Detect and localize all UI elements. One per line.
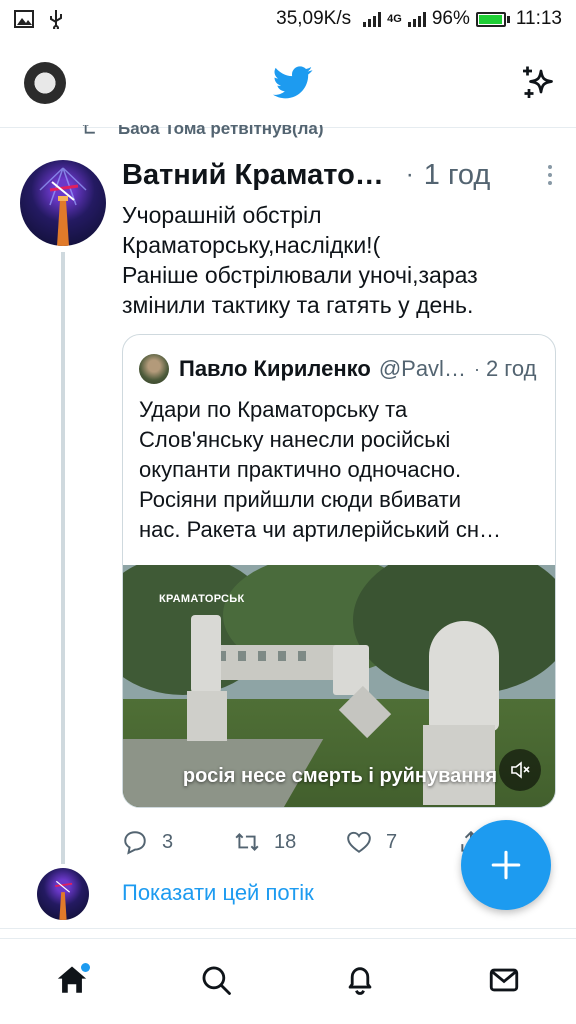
nav-home[interactable] [42,950,102,1010]
reply-button[interactable]: 3 [122,829,234,855]
wifi-signal-icon [363,11,382,27]
top-app-bar [0,38,576,128]
bell-icon [348,966,372,995]
tweet-text-line: Краматорську,наслідки!( [122,232,381,258]
more-options-icon[interactable] [548,165,554,185]
status-bar: 35,09K/s 4G 96% 11:13 [0,0,576,38]
show-thread-link[interactable]: Показати цей потік [122,880,314,906]
quote-video[interactable]: КРАМАТОРСЬК росія несе смерть і руйнуван… [123,565,555,807]
quote-time: 2 год [485,356,537,381]
tweet-time[interactable]: 1 год [424,159,491,192]
retweet-icon [235,833,259,851]
feed-divider [0,928,576,936]
separator-dot: · [473,358,480,379]
tweet-text-line: Учорашній обстріл [122,202,322,228]
quote-header: Павло Кириленко @Pavl… · 2 год [139,353,549,385]
tower-image-small [55,880,73,920]
tweet-text-line: змінили тактику та гатять у день. [122,292,474,318]
speaker-muted-icon [511,761,530,779]
thread-avatar[interactable] [37,868,89,920]
mail-icon [489,968,519,991]
tweet-header: Ватний Крамато… · 1 год [122,155,562,195]
video-watermark: КРАМАТОРСЬК [159,593,245,605]
retweet-count: 18 [274,830,297,853]
nav-notifications[interactable] [330,950,390,1010]
quote-text: Удари по Краматорську та Слов'янську нан… [139,395,549,545]
compose-tweet-button[interactable] [461,820,551,910]
heart-icon [347,831,371,853]
new-content-dot [81,962,90,972]
nav-messages[interactable] [474,950,534,1010]
statue-left-base [187,691,227,741]
quote-text-line: Росіяни прийшли сюди вбивати [139,487,462,512]
mute-button[interactable] [499,749,541,791]
reply-count: 3 [162,830,174,853]
battery-percent: 96% [431,8,470,29]
retweet-button[interactable]: 18 [234,829,346,855]
like-count: 7 [386,830,398,853]
twitter-bird-icon [273,65,313,98]
cell-signal-icon [407,11,426,27]
quote-author-avatar [139,354,169,384]
plus-icon [491,850,521,880]
tweet-text-line: Раніше обстрілювали уночі,зараз [122,262,478,288]
author-avatar[interactable] [20,160,106,246]
status-left [14,9,64,29]
quote-text-line: нас. Ракета чи артилерійський сн… [139,517,501,542]
like-button[interactable]: 7 [346,829,458,855]
tower-image [39,167,87,246]
statue-right [429,621,499,731]
network-speed: 35,09K/s [276,8,352,29]
statue-left [191,615,221,693]
clock: 11:13 [515,8,562,29]
search-icon [202,966,231,995]
battery-icon [475,11,510,27]
quote-text-line: Слов'янську нанесли російські [139,427,451,452]
status-right: 35,09K/s 4G 96% 11:13 [276,8,562,30]
profile-avatar[interactable] [24,61,66,104]
reply-icon [124,831,146,855]
separator-dot: · [405,161,414,188]
nav-search[interactable] [186,950,246,1010]
network-type: 4G [387,13,402,25]
quote-author-handle: @Pavl… [378,356,466,381]
image-notification-icon [14,10,34,28]
quote-text-line: окупанти практично одночасно. [139,457,462,482]
quote-text-line: Удари по Краматорську та [139,397,408,422]
bottom-navigation [0,938,576,1024]
usb-icon [50,10,62,29]
thread-line [61,252,65,864]
video-caption: росія несе смерть і руйнування [182,765,498,787]
quote-author-name: Павло Кириленко [179,356,371,381]
quote-tweet-card[interactable]: Павло Кириленко @Pavl… · 2 год Удари по … [122,334,556,808]
sparkle-icon[interactable] [520,65,556,101]
tweet-text: Учорашній обстріл Краматорську,наслідки!… [122,200,562,320]
author-name[interactable]: Ватний Крамато… [122,159,384,192]
